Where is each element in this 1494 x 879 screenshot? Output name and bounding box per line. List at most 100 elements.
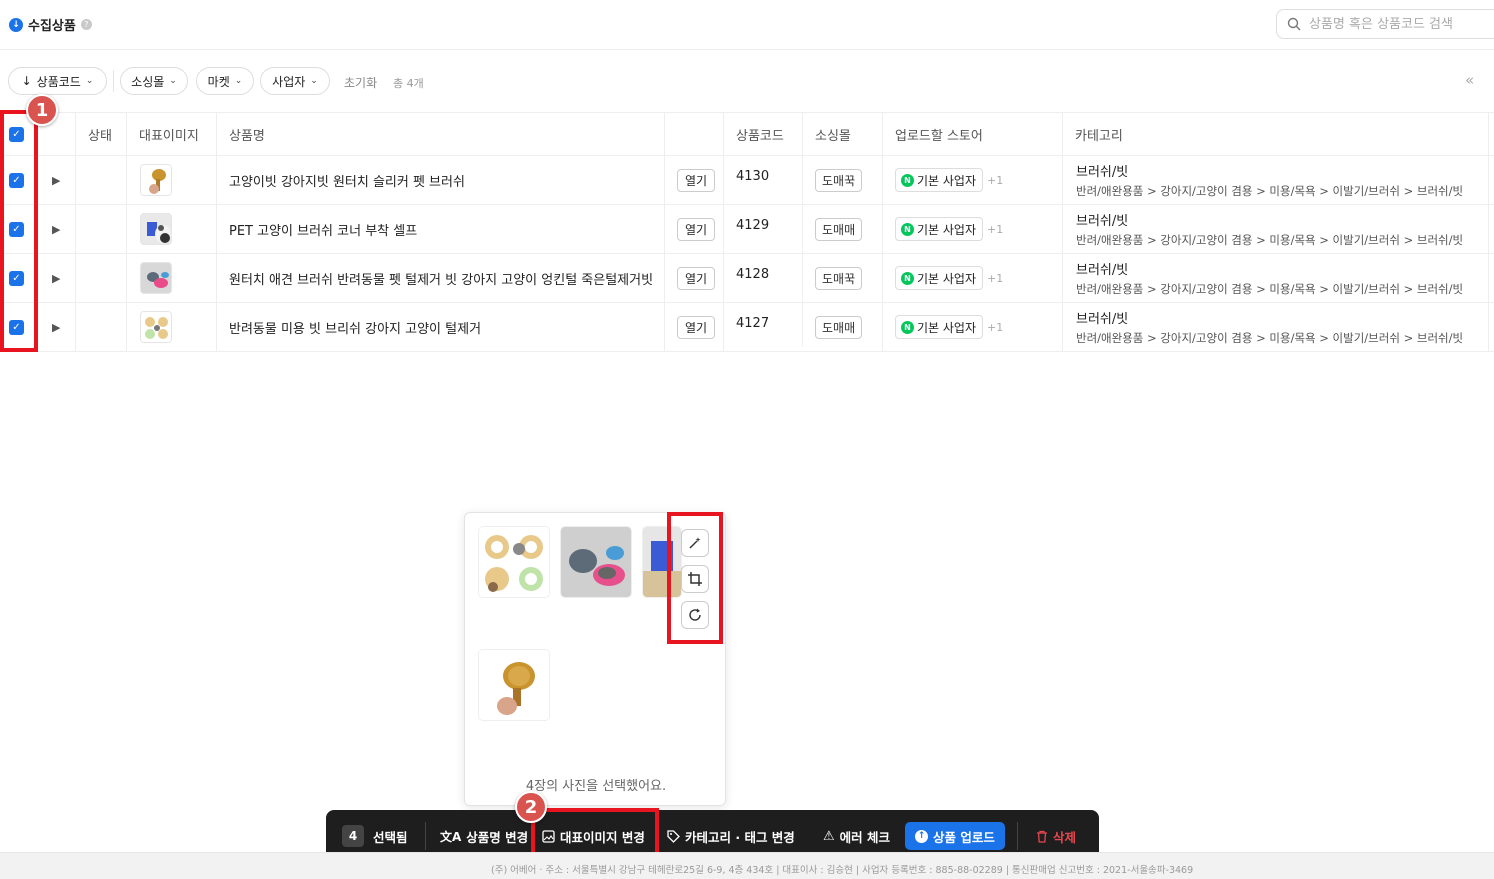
chip-label: 소싱몰 xyxy=(131,74,165,89)
popup-image[interactable] xyxy=(478,526,550,598)
popup-image[interactable] xyxy=(478,649,550,721)
store-tag[interactable]: N 기본 사업자 xyxy=(895,266,984,290)
expand-arrow-icon[interactable]: ▶ xyxy=(52,174,60,187)
total-count: 총 4개 xyxy=(393,77,424,90)
expand-arrow-icon[interactable]: ▶ xyxy=(52,321,60,334)
trash-icon xyxy=(1037,830,1047,843)
filter-chip-market[interactable]: 마켓 ⌄ xyxy=(196,67,254,95)
upload-icon: ↑ xyxy=(915,829,928,843)
mall-tag: 도매꾹 xyxy=(815,266,863,290)
download-icon: ↓ xyxy=(9,17,23,32)
rename-label: 상품명 변경 xyxy=(466,829,529,845)
product-name: 원터치 애견 브러쉬 반려동물 펫 털제거 빗 강아지 고양이 엉킨털 죽은털제… xyxy=(217,254,665,302)
collapse-icon[interactable]: « xyxy=(1465,71,1474,89)
filter-chip-sourcing-mall[interactable]: 소싱몰 ⌄ xyxy=(120,67,188,95)
col-category: 카테고리 xyxy=(1063,113,1489,155)
store-label: 기본 사업자 xyxy=(917,173,977,188)
magic-wand-icon[interactable] xyxy=(681,529,709,557)
table-row[interactable]: ✓ ▶ 원터치 애견 브러쉬 반려동물 펫 털제거 빗 강아지 고양이 엉킨털 … xyxy=(0,250,1494,303)
store-tag[interactable]: N 기본 사업자 xyxy=(895,217,984,241)
select-all-checkbox[interactable]: ✓ xyxy=(9,126,24,142)
col-image: 대표이미지 xyxy=(127,113,217,155)
naver-icon: N xyxy=(901,320,914,334)
category-path: 반려/애완용품 > 강아지/고양이 겸용 > 미용/목욕 > 이발기/브러쉬 >… xyxy=(1076,184,1464,198)
mall-tag: 도매매 xyxy=(815,217,863,241)
open-button[interactable]: 열기 xyxy=(677,217,715,241)
row-checkbox[interactable]: ✓ xyxy=(9,270,24,286)
expand-arrow-icon[interactable]: ▶ xyxy=(52,223,60,236)
help-icon[interactable]: ? xyxy=(80,19,92,30)
col-status: 상태 xyxy=(76,113,127,155)
upload-button[interactable]: ↑ 상품 업로드 xyxy=(905,822,1005,850)
step-badge-2: 2 xyxy=(515,791,547,823)
category-name: 브러쉬/빗 xyxy=(1076,214,1129,229)
page-title: ↓ 수집상품 ? xyxy=(9,15,92,34)
rotate-icon[interactable] xyxy=(681,601,709,629)
divider xyxy=(425,822,426,850)
status-cell xyxy=(76,205,127,253)
crop-icon[interactable] xyxy=(681,565,709,593)
divider xyxy=(1017,822,1018,850)
step-badge-1: 1 xyxy=(26,94,58,126)
naver-icon: N xyxy=(901,271,914,285)
expand-arrow-icon[interactable]: ▶ xyxy=(52,272,60,285)
row-checkbox[interactable]: ✓ xyxy=(9,172,24,188)
image-edit-popup: 4장의 사진을 선택했어요. xyxy=(464,512,726,806)
product-thumbnail[interactable] xyxy=(140,262,172,294)
footer-text: (주) 어베어 · 주소 : 서울특별시 강남구 테헤란로25길 6-9, 4층… xyxy=(491,865,1194,876)
category-path: 반려/애완용품 > 강아지/고양이 겸용 > 미용/목욕 > 이발기/브러쉬 >… xyxy=(1076,331,1464,345)
delete-label: 삭제 xyxy=(1053,829,1077,845)
translate-icon: 文A xyxy=(440,829,462,844)
open-button[interactable]: 열기 xyxy=(677,168,715,192)
product-code: 4129 xyxy=(724,201,803,249)
table-header: ✓ 상태 대표이미지 상품명 상품코드 소싱몰 업로드할 스토어 카테고리 xyxy=(0,112,1494,156)
popup-image[interactable] xyxy=(560,526,632,598)
naver-icon: N xyxy=(901,222,914,236)
table-row[interactable]: ✓ ▶ PET 고양이 브러쉬 코너 부착 셀프 열기 4129 도매매 N 기본… xyxy=(0,201,1494,254)
category-path: 반려/애완용품 > 강아지/고양이 겸용 > 미용/목욕 > 이발기/브러쉬 >… xyxy=(1076,233,1464,247)
product-thumbnail[interactable] xyxy=(140,213,172,245)
col-mall: 소싱몰 xyxy=(803,113,883,155)
popup-caption: 4장의 사진을 선택했어요. xyxy=(525,779,667,794)
open-button[interactable]: 열기 xyxy=(677,266,715,290)
sort-dropdown[interactable]: ↓ 상품코드 ⌄ xyxy=(8,67,107,95)
product-name: PET 고양이 브러쉬 코너 부착 셀프 xyxy=(217,205,665,253)
category-name: 브러쉬/빗 xyxy=(1076,312,1129,327)
open-button[interactable]: 열기 xyxy=(677,315,715,339)
chip-label: 마켓 xyxy=(207,74,230,89)
row-checkbox[interactable]: ✓ xyxy=(9,319,24,335)
error-check-label: 에러 체크 xyxy=(839,829,891,845)
chevron-down-icon: ⌄ xyxy=(310,76,318,86)
reset-link[interactable]: 초기화 xyxy=(344,74,377,91)
chevron-down-icon: ⌄ xyxy=(234,76,243,86)
search-input[interactable] xyxy=(1309,16,1479,32)
chevron-down-icon: ⌄ xyxy=(85,76,94,86)
product-thumbnail[interactable] xyxy=(140,311,172,343)
product-code: 4128 xyxy=(724,250,803,298)
row-checkbox[interactable]: ✓ xyxy=(9,221,24,237)
store-label: 기본 사업자 xyxy=(917,320,977,335)
table-row[interactable]: ✓ ▶ 고양이빗 강아지빗 원터치 슬리커 펫 브러쉬 열기 4130 도매꾹 … xyxy=(0,152,1494,205)
store-extra-count: +1 xyxy=(987,222,1004,236)
status-cell xyxy=(76,303,127,351)
filter-chip-business[interactable]: 사업자 ⌄ xyxy=(260,67,330,95)
popup-image[interactable] xyxy=(642,526,682,598)
chip-label: 사업자 xyxy=(272,74,306,89)
search-box[interactable] xyxy=(1276,9,1494,39)
mall-tag: 도매매 xyxy=(815,315,863,339)
store-tag[interactable]: N 기본 사업자 xyxy=(895,315,984,339)
mall-tag: 도매꾹 xyxy=(815,168,863,192)
product-code: 4130 xyxy=(724,152,803,200)
category-name: 브러쉬/빗 xyxy=(1076,263,1129,278)
col-code: 상품코드 xyxy=(724,113,803,155)
table-row[interactable]: ✓ ▶ 반려동물 미용 빗 브리쉬 강아지 고양이 털제거 열기 4127 도매… xyxy=(0,299,1494,352)
col-store: 업로드할 스토어 xyxy=(883,113,1063,155)
col-name: 상품명 xyxy=(217,113,665,155)
naver-icon: N xyxy=(901,173,914,187)
store-tag[interactable]: N 기본 사업자 xyxy=(895,168,984,192)
product-thumbnail[interactable] xyxy=(140,164,172,196)
filter-bar: ↓ 상품코드 ⌄ 소싱몰 ⌄ 마켓 ⌄ 사업자 ⌄ 초기화 총 4개 « xyxy=(0,52,1494,112)
store-extra-count: +1 xyxy=(987,271,1004,285)
product-name: 고양이빗 강아지빗 원터치 슬리커 펫 브러쉬 xyxy=(217,156,665,204)
search-icon xyxy=(1287,17,1301,31)
